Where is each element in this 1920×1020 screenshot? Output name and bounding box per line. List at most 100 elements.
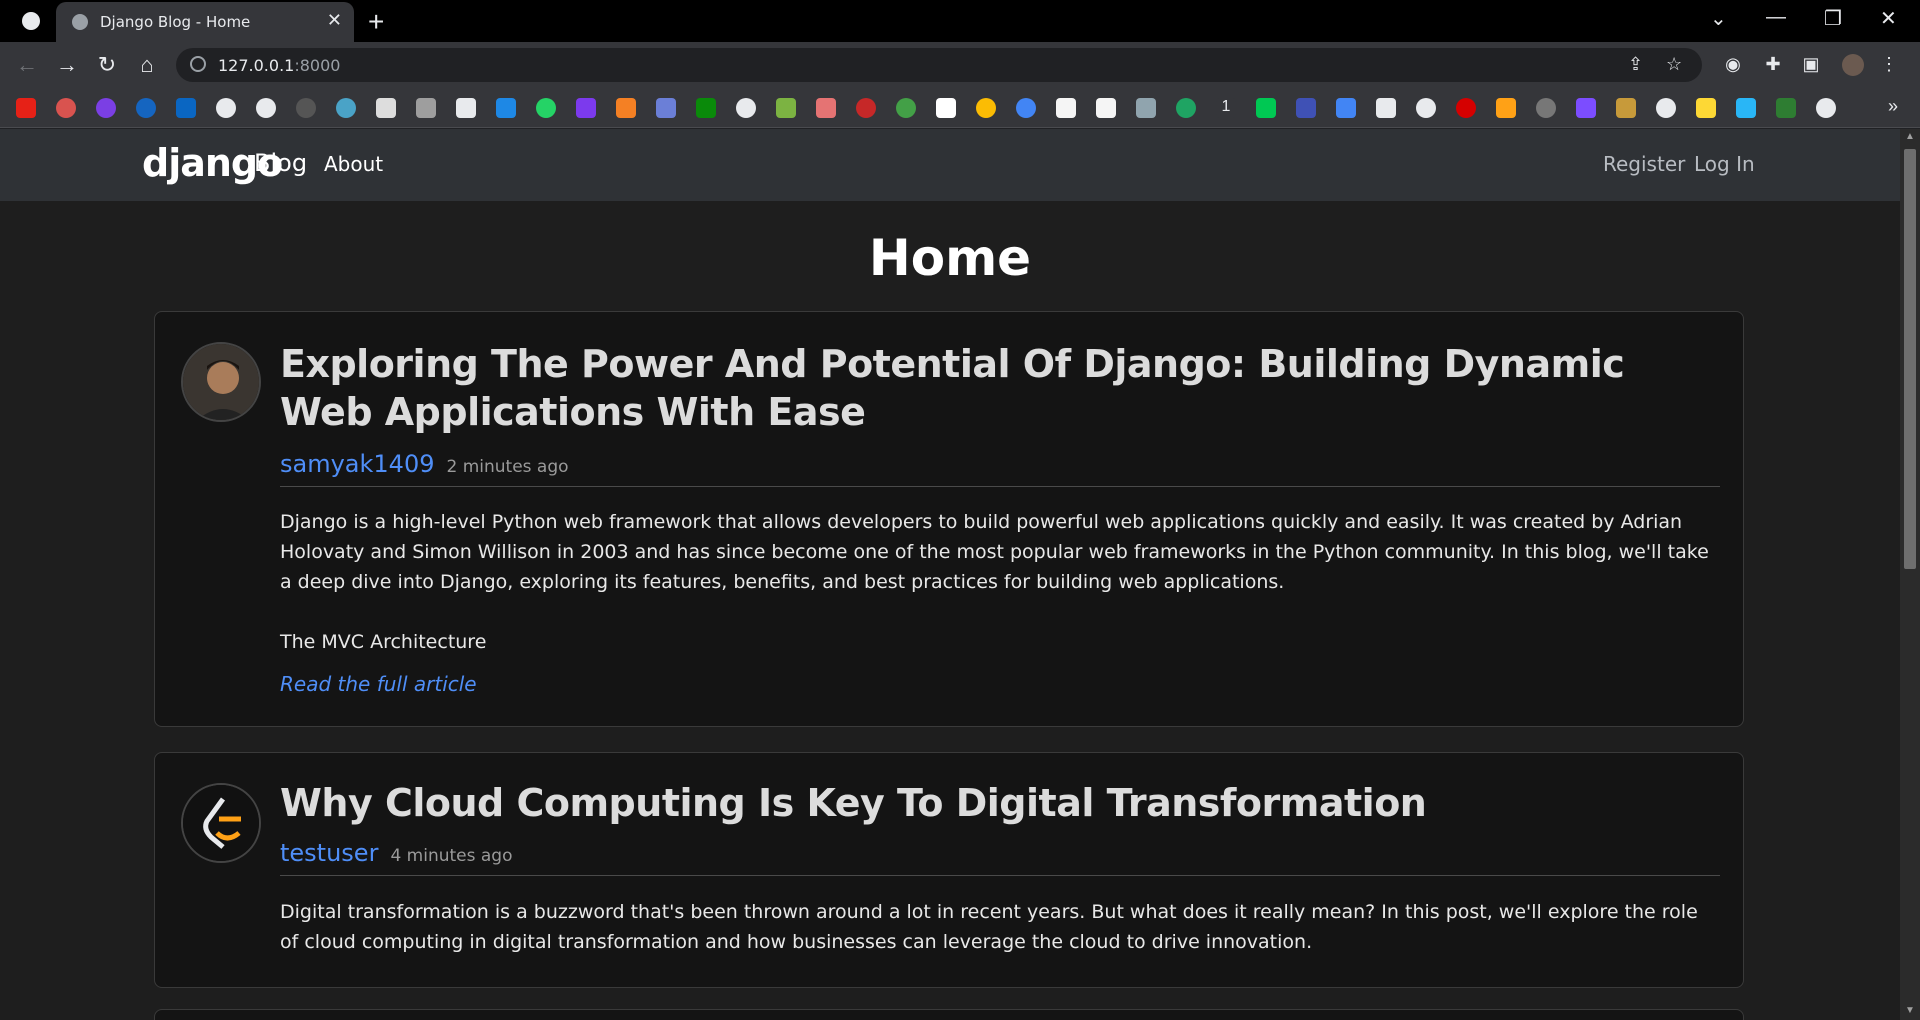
bookmark-icon[interactable]	[656, 98, 676, 118]
post-excerpt-heading: The MVC Architecture	[280, 631, 487, 653]
chrome-icon[interactable]	[976, 98, 996, 118]
nav-login-link[interactable]: Log In	[1694, 152, 1755, 176]
post-card: Exploring The Power And Potential Of Dja…	[154, 311, 1744, 727]
bookmark-icon[interactable]	[1616, 98, 1636, 118]
bookmark-icon[interactable]	[1256, 98, 1276, 118]
scroll-thumb[interactable]	[1904, 149, 1916, 569]
browser-tab[interactable]: Django Blog - Home ✕	[56, 2, 354, 42]
restore-icon[interactable]: ❐	[1824, 6, 1842, 31]
bookmark-icon[interactable]	[1056, 98, 1076, 118]
bookmark-icon[interactable]	[1296, 98, 1316, 118]
profile-avatar[interactable]	[1842, 54, 1864, 76]
bookmark-icon[interactable]	[496, 98, 516, 118]
post-meta: samyak1409 2 minutes ago	[280, 450, 569, 478]
linkedin-icon[interactable]	[176, 98, 196, 118]
bookmark-icon[interactable]	[776, 98, 796, 118]
page-viewport: django Blog About Register Log In Home E…	[0, 129, 1900, 1020]
tab-title: Django Blog - Home	[100, 13, 251, 31]
divider	[280, 486, 1720, 487]
side-panel-icon[interactable]: ▣	[1800, 54, 1822, 76]
read-more-link[interactable]: Read the full article	[280, 672, 477, 696]
bookmark-icon[interactable]	[1096, 98, 1116, 118]
github-icon[interactable]	[296, 98, 316, 118]
forward-icon[interactable]: →	[52, 50, 82, 80]
divider	[280, 875, 1720, 876]
url-text: 127.0.0.1:8000	[218, 56, 341, 75]
address-bar[interactable]: 127.0.0.1:8000 ⇪ ☆	[176, 48, 1702, 82]
browser-titlebar: Django Blog - Home ✕ + ⌄ — ❐ ✕	[0, 0, 1920, 42]
close-window-icon[interactable]: ✕	[1880, 6, 1897, 31]
bookmark-icon[interactable]	[336, 98, 356, 118]
browser-toolbar: ← → ↻ ⌂ 127.0.0.1:8000 ⇪ ☆ ◉ ✚ ▣ ⋮	[0, 42, 1920, 88]
bookmark-icon[interactable]	[1536, 98, 1556, 118]
github-icon[interactable]	[216, 98, 236, 118]
menu-icon[interactable]: ⋮	[1878, 54, 1900, 76]
post-title[interactable]: Exploring The Power And Potential Of Dja…	[280, 340, 1720, 436]
bookmark-icon[interactable]	[576, 98, 596, 118]
whatsapp-icon[interactable]	[536, 98, 556, 118]
globe-icon[interactable]	[736, 98, 756, 118]
bookmark-icon[interactable]	[1736, 98, 1756, 118]
bookmark-icon[interactable]	[1336, 98, 1356, 118]
bookmark-icon[interactable]	[136, 98, 156, 118]
bookmarks-bar: 1 »	[0, 88, 1920, 128]
bookmark-icon[interactable]	[1016, 98, 1036, 118]
scroll-down-icon[interactable]: ▼	[1905, 1005, 1915, 1016]
bookmark-icon[interactable]	[1136, 98, 1156, 118]
bookmark-icon[interactable]	[1456, 98, 1476, 118]
bookmark-icon[interactable]	[1776, 98, 1796, 118]
bookmark-icon[interactable]	[96, 98, 116, 118]
nav-about-link[interactable]: About	[324, 152, 383, 176]
bookmark-icon[interactable]	[1696, 98, 1716, 118]
globe-icon[interactable]	[1416, 98, 1436, 118]
share-icon[interactable]: ⇪	[1628, 54, 1643, 75]
reload-icon[interactable]: ↻	[92, 50, 122, 80]
site-info-icon[interactable]	[190, 56, 206, 72]
github-icon[interactable]	[256, 98, 276, 118]
post-time: 4 minutes ago	[390, 846, 513, 866]
post-time: 2 minutes ago	[446, 457, 569, 477]
youtube-icon[interactable]	[16, 98, 36, 118]
bookmark-icon[interactable]	[896, 98, 916, 118]
bookmark-icon[interactable]	[56, 98, 76, 118]
more-bookmarks-icon[interactable]: »	[1888, 96, 1898, 117]
new-tab-icon[interactable]: +	[368, 6, 384, 38]
bookmark-icon[interactable]	[816, 98, 836, 118]
post-author-link[interactable]: testuser	[280, 839, 378, 867]
leetcode-icon[interactable]	[1496, 98, 1516, 118]
globe-icon[interactable]	[1656, 98, 1676, 118]
stackoverflow-icon[interactable]	[616, 98, 636, 118]
tab-close-icon[interactable]: ✕	[327, 10, 342, 31]
chrome-profile-icon[interactable]	[22, 12, 40, 30]
bookmark-icon[interactable]	[376, 98, 396, 118]
extension-icon[interactable]: ◉	[1722, 54, 1744, 76]
nav-register-link[interactable]: Register	[1603, 152, 1685, 176]
bookmark-icon[interactable]	[696, 98, 716, 118]
flask-icon[interactable]	[456, 98, 476, 118]
post-card	[154, 1009, 1744, 1020]
scroll-up-icon[interactable]: ▲	[1905, 131, 1915, 142]
globe-icon	[72, 14, 88, 30]
bookmark-icon[interactable]	[1576, 98, 1596, 118]
post-author-link[interactable]: samyak1409	[280, 450, 434, 478]
author-avatar[interactable]	[181, 342, 261, 422]
home-icon[interactable]: ⌂	[132, 50, 162, 80]
globe-icon[interactable]	[1816, 98, 1836, 118]
post-title[interactable]: Why Cloud Computing Is Key To Digital Tr…	[280, 779, 1720, 827]
minimize-icon[interactable]: —	[1766, 6, 1786, 29]
post-card: Why Cloud Computing Is Key To Digital Tr…	[154, 752, 1744, 988]
bookmark-icon[interactable]	[1176, 98, 1196, 118]
tab-search-icon[interactable]: ⌄	[1710, 6, 1727, 31]
back-icon[interactable]: ←	[12, 50, 42, 80]
wikipedia-icon[interactable]	[936, 98, 956, 118]
bookmark-icon[interactable]	[416, 98, 436, 118]
bookmark-star-icon[interactable]: ☆	[1666, 54, 1682, 75]
puzzle-icon[interactable]: ✚	[1762, 54, 1784, 76]
author-avatar[interactable]	[181, 783, 261, 863]
bookmark-icon[interactable]: 1	[1216, 98, 1236, 118]
bookmark-icon[interactable]	[856, 98, 876, 118]
brand-blog-label[interactable]: Blog	[254, 149, 307, 177]
post-excerpt: Django is a high-level Python web framew…	[280, 511, 1709, 593]
page-scrollbar[interactable]: ▲ ▼	[1900, 129, 1920, 1020]
bookmark-icon[interactable]	[1376, 98, 1396, 118]
